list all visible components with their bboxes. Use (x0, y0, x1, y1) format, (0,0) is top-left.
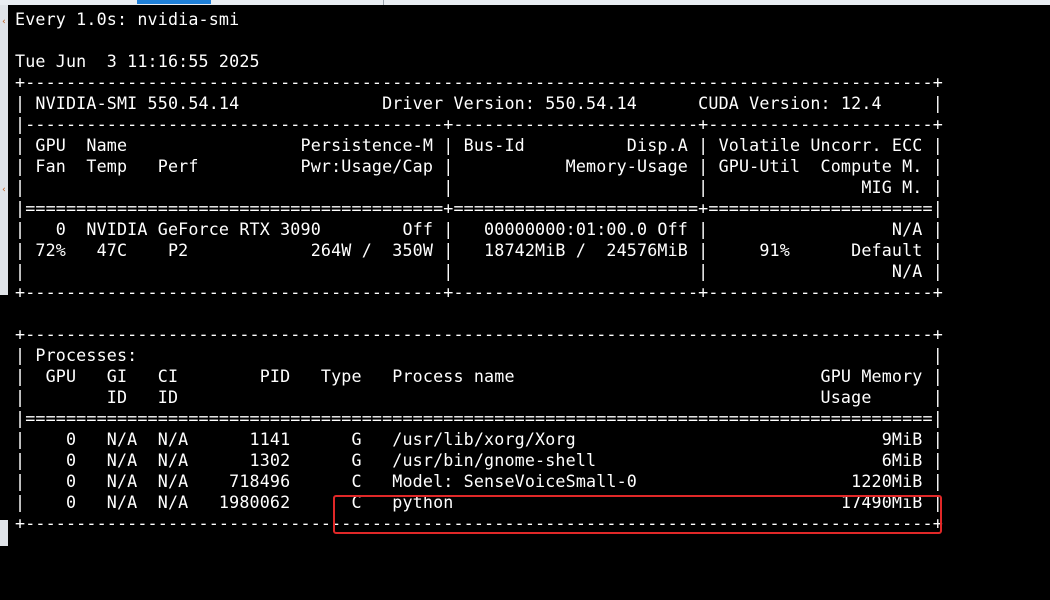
edge-arrow-icon: ‹ (1, 17, 7, 27)
gpu-header-row-3: | | | MIG M. | (15, 177, 943, 197)
terminal-output[interactable]: Every 1.0s: nvidia-smi Tue Jun 3 11:16:5… (15, 9, 943, 534)
processes-title: | Processes: | (15, 345, 943, 365)
processes-top-border: +---------------------------------------… (15, 324, 943, 344)
left-panel-edge-lower (0, 520, 8, 546)
gpu-row-mig: | | | N/A | (15, 261, 943, 281)
process-row: | 0 N/A N/A 1141 G /usr/lib/xorg/Xorg 9M… (15, 429, 943, 449)
gpu-row-name: | 0 NVIDIA GeForce RTX 3090 Off | 000000… (15, 219, 943, 239)
gpu-header-row-1: | GPU Name Persistence-M | Bus-Id Disp.A… (15, 135, 943, 155)
gpu-row-usage: | 72% 47C P2 264W / 350W | 18742MiB / 24… (15, 240, 943, 260)
tab-divider (383, 0, 384, 5)
left-panel-edge: ‹ ‹ (0, 5, 8, 295)
processes-double-rule: |=======================================… (15, 408, 943, 428)
timestamp: Tue Jun 3 11:16:55 2025 (15, 51, 260, 71)
watch-header: Every 1.0s: nvidia-smi (15, 9, 240, 29)
edge-arrow-icon: ‹ (1, 185, 7, 195)
gpu-header-double-rule: |=======================================… (15, 198, 943, 218)
process-row: | 0 N/A N/A 718496 C Model: SenseVoiceSm… (15, 471, 943, 491)
gpu-table-separator: |---------------------------------------… (15, 114, 943, 134)
highlight-annotation-box (333, 495, 942, 534)
processes-header-row-2: | ID ID Usage | (15, 387, 943, 407)
version-row: | NVIDIA-SMI 550.54.14 Driver Version: 5… (15, 93, 943, 113)
process-row: | 0 N/A N/A 1302 G /usr/bin/gnome-shell … (15, 450, 943, 470)
gpu-header-row-2: | Fan Temp Perf Pwr:Usage/Cap | Memory-U… (15, 156, 943, 176)
processes-header-row-1: | GPU GI CI PID Type Process name GPU Me… (15, 366, 943, 386)
gpu-table-bottom-border: +---------------------------------------… (15, 282, 943, 302)
active-tab-indicator[interactable] (137, 0, 211, 4)
table-top-border: +---------------------------------------… (15, 72, 943, 92)
